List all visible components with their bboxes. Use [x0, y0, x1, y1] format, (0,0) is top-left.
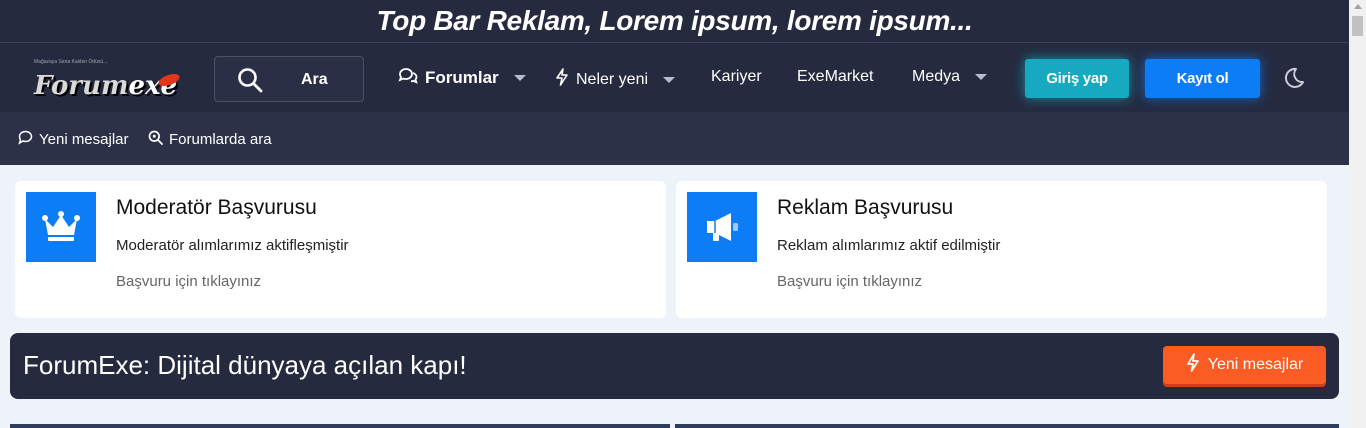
nav-career[interactable]: Kariyer — [711, 68, 762, 86]
bolt-icon — [1186, 353, 1200, 377]
logo-tagline: Mağazaya Sana Kalıbın Ödüsü... — [34, 59, 108, 65]
scrollbar-thumb[interactable] — [1352, 16, 1363, 36]
notice-card-moderator[interactable]: Moderatör Başvurusu Moderatör alımlarımı… — [15, 181, 666, 318]
card-description: Moderatör alımlarımız aktifleşmiştir — [116, 237, 349, 254]
nav-exemarket-label: ExeMarket — [797, 68, 874, 85]
sub-navbar: Yeni mesajlar Forumlarda ara — [0, 112, 1349, 165]
chevron-down-icon — [513, 75, 526, 81]
subnav-search-forums-label: Forumlarda ara — [169, 131, 272, 148]
nav-forums[interactable]: Forumlar — [398, 67, 526, 89]
banner-text: ForumExe: Dijital dünyaya açılan kapı! — [23, 350, 467, 380]
subnav-new-messages-label: Yeni mesajlar — [39, 131, 129, 148]
notice-card-advertising[interactable]: Reklam Başvurusu Reklam alımlarımız akti… — [676, 181, 1327, 318]
nav-whats-new-label: Neler yeni — [576, 70, 649, 88]
login-button[interactable]: Giriş yap — [1025, 59, 1129, 98]
search-label: Ara — [301, 71, 328, 88]
new-messages-button-label: Yeni mesajlar — [1207, 356, 1304, 373]
nav-forums-label: Forumlar — [425, 68, 499, 87]
search-button[interactable]: Ara — [214, 56, 364, 102]
page-scrollbar[interactable] — [1349, 0, 1366, 428]
nav-media-label: Medya — [912, 68, 961, 85]
card-link[interactable]: Başvuru için tıklayınız — [777, 273, 922, 290]
new-messages-button[interactable]: Yeni mesajlar — [1163, 346, 1326, 384]
top-ad-bar: Top Bar Reklam, Lorem ipsum, lorem ipsum… — [0, 0, 1349, 42]
nav-career-label: Kariyer — [711, 68, 762, 85]
crown-icon — [26, 192, 96, 262]
nav-whats-new[interactable]: Neler yeni — [555, 68, 676, 91]
card-title: Moderatör Başvurusu — [116, 196, 317, 219]
top-ad-text: Top Bar Reklam, Lorem ipsum, lorem ipsum… — [376, 5, 973, 36]
search-icon — [237, 67, 263, 98]
subnav-new-messages[interactable]: Yeni mesajlar — [18, 130, 129, 149]
card-description: Reklam alımlarımız aktif edilmiştir — [777, 237, 1001, 254]
site-logo[interactable]: Mağazaya Sana Kalıbın Ödüsü... Forumexe — [28, 53, 188, 103]
card-link[interactable]: Başvuru için tıklayınız — [116, 273, 261, 290]
main-navbar: Mağazaya Sana Kalıbın Ödüsü... Forumexe … — [0, 42, 1349, 112]
search-icon — [148, 130, 163, 149]
nav-exemarket[interactable]: ExeMarket — [797, 68, 873, 86]
megaphone-icon — [687, 192, 757, 262]
register-button[interactable]: Kayıt ol — [1145, 59, 1260, 98]
card-title: Reklam Başvurusu — [777, 196, 954, 219]
forums-icon — [398, 67, 418, 89]
nav-media[interactable]: Medya — [912, 68, 988, 86]
content-block-top-edge — [10, 424, 670, 428]
bolt-icon — [555, 68, 569, 91]
content-block-top-edge — [675, 424, 1339, 428]
moon-icon[interactable] — [1283, 67, 1305, 94]
scroll-up-arrow[interactable] — [1354, 4, 1362, 9]
welcome-banner: ForumExe: Dijital dünyaya açılan kapı! Y… — [10, 333, 1339, 399]
chevron-down-icon — [975, 74, 988, 80]
comment-icon — [18, 130, 33, 149]
logo-text: Forumexe — [34, 71, 178, 101]
subnav-search-forums[interactable]: Forumlarda ara — [148, 130, 272, 149]
chevron-down-icon — [663, 76, 676, 83]
